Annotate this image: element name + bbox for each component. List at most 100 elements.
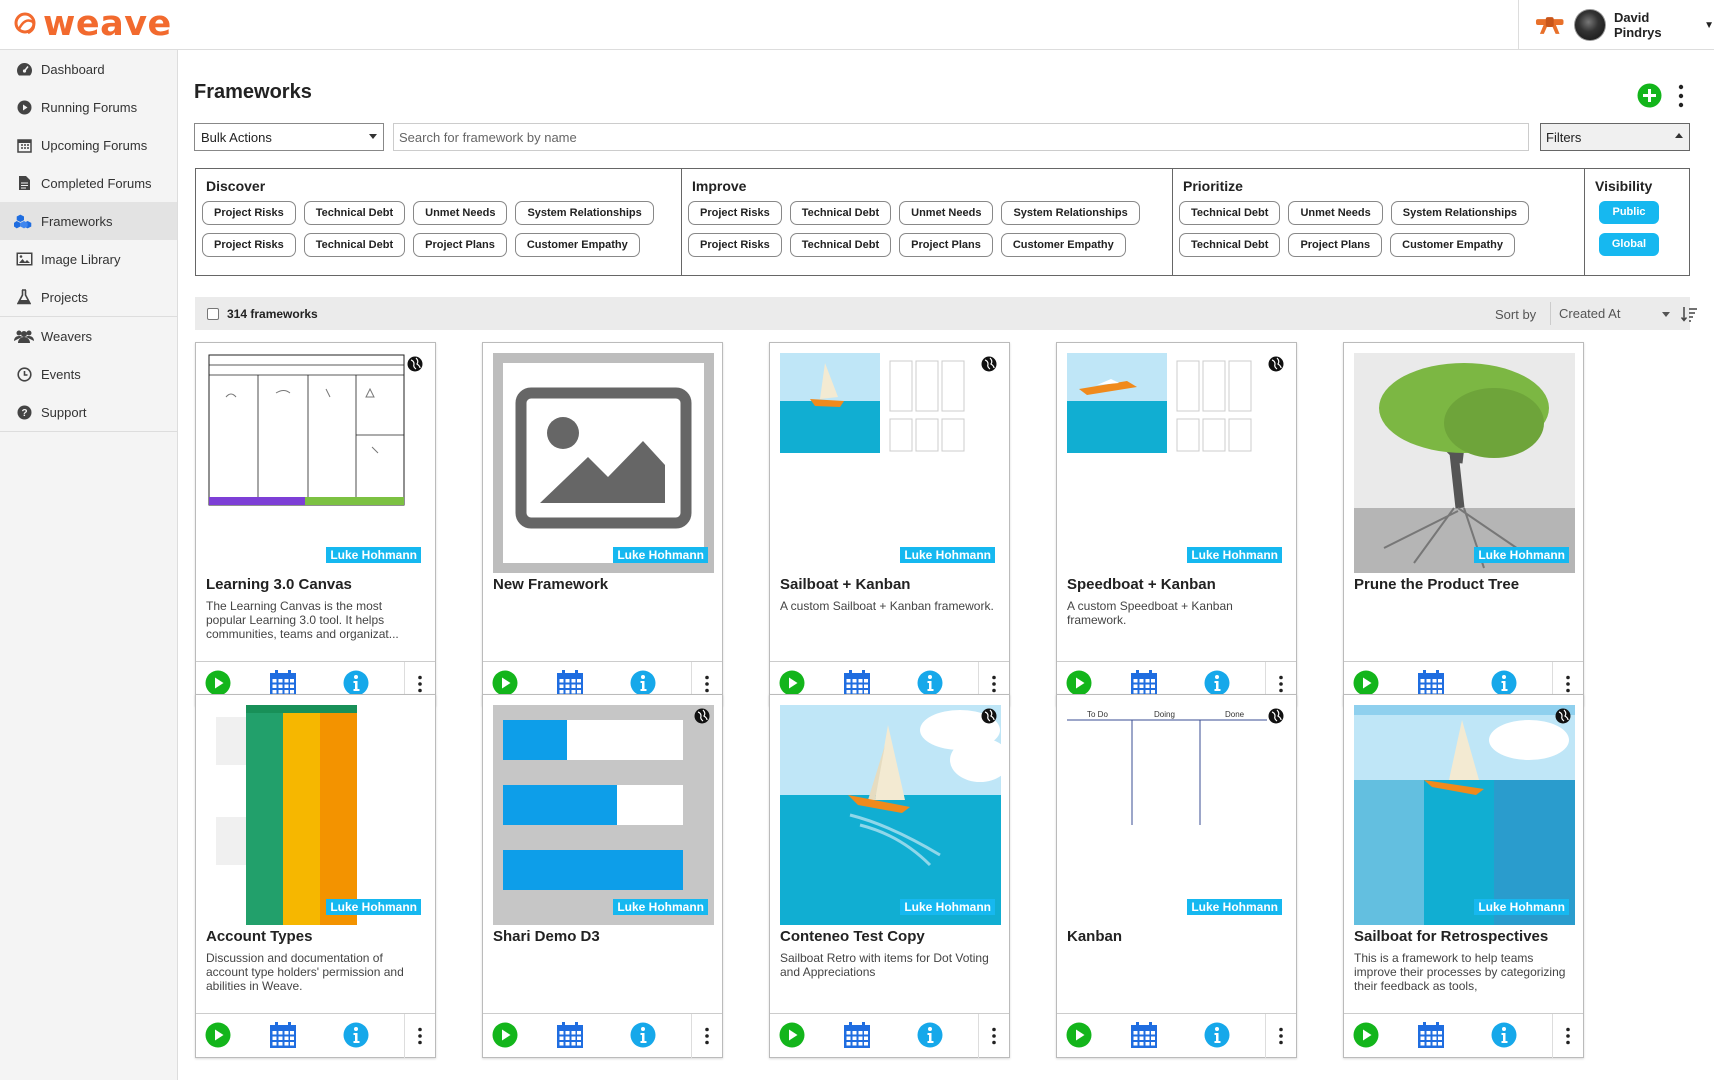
- framework-thumbnail[interactable]: Luke Hohmann: [206, 705, 427, 925]
- schedule-forum-button[interactable]: [556, 1022, 584, 1049]
- sidebar-item-projects[interactable]: Projects: [0, 278, 177, 316]
- filter-chip[interactable]: Project Risks: [202, 233, 296, 257]
- framework-thumbnail[interactable]: Luke Hohmann: [1354, 353, 1575, 573]
- filter-chip[interactable]: Customer Empathy: [514, 233, 640, 257]
- card-menu-button[interactable]: [1552, 1014, 1583, 1058]
- filter-chip[interactable]: Technical Debt: [1179, 233, 1281, 257]
- run-forum-button[interactable]: [205, 1022, 231, 1048]
- filter-chip[interactable]: Project Risks: [202, 201, 296, 225]
- schedule-forum-button[interactable]: [269, 670, 297, 697]
- info-button[interactable]: [917, 670, 943, 696]
- sidebar-item-frameworks[interactable]: Frameworks: [0, 202, 177, 240]
- filter-chip[interactable]: System Relationships: [1001, 201, 1140, 225]
- framework-card[interactable]: To Do Doing Done Luke Hohmann Kanban: [1056, 694, 1297, 1058]
- filter-chip[interactable]: Unmet Needs: [1288, 201, 1383, 225]
- filter-chip[interactable]: Technical Debt: [789, 201, 892, 225]
- framework-thumbnail[interactable]: Luke Hohmann: [206, 353, 427, 573]
- framework-card[interactable]: Luke Hohmann Speedboat + Kanban A custom…: [1056, 342, 1297, 706]
- schedule-forum-button[interactable]: [269, 1022, 297, 1049]
- info-button[interactable]: [1491, 670, 1517, 696]
- run-forum-button[interactable]: [1353, 670, 1379, 696]
- user-menu[interactable]: David Pindrys ▼: [1518, 0, 1714, 50]
- filter-chip[interactable]: Technical Debt: [303, 233, 406, 257]
- card-menu-button[interactable]: [1265, 1014, 1296, 1058]
- filter-chip[interactable]: Customer Empathy: [1390, 233, 1515, 257]
- framework-card[interactable]: Luke Hohmann Account Types Discussion an…: [195, 694, 436, 1058]
- sidebar-item-weavers[interactable]: Weavers: [0, 317, 177, 355]
- card-menu-button[interactable]: [691, 1014, 722, 1058]
- run-forum-button[interactable]: [779, 1022, 805, 1048]
- search-input[interactable]: Search for framework by name: [393, 123, 1529, 151]
- framework-thumbnail[interactable]: To Do Doing Done Luke Hohmann: [1067, 705, 1288, 925]
- filter-chip[interactable]: Unmet Needs: [413, 201, 508, 225]
- filter-chip[interactable]: Customer Empathy: [1000, 233, 1126, 257]
- run-forum-button[interactable]: [205, 670, 231, 696]
- framework-thumbnail[interactable]: Luke Hohmann: [1067, 353, 1288, 573]
- framework-title[interactable]: Conteneo Test Copy: [780, 928, 925, 945]
- filter-chip[interactable]: Project Risks: [688, 201, 782, 225]
- framework-title[interactable]: Prune the Product Tree: [1354, 576, 1519, 593]
- info-button[interactable]: [630, 670, 656, 696]
- card-menu-button[interactable]: [978, 1014, 1009, 1058]
- run-forum-button[interactable]: [492, 670, 518, 696]
- framework-thumbnail[interactable]: Luke Hohmann: [780, 705, 1001, 925]
- sidebar-item-running-forums[interactable]: Running Forums: [0, 88, 177, 126]
- sort-select[interactable]: Created At: [1550, 302, 1676, 325]
- sidebar-item-support[interactable]: ? Support: [0, 393, 177, 431]
- filter-chip[interactable]: Technical Debt: [303, 201, 406, 225]
- filter-chip[interactable]: System Relationships: [1390, 201, 1530, 225]
- framework-card[interactable]: Luke Hohmann New Framework: [482, 342, 723, 706]
- framework-thumbnail[interactable]: Luke Hohmann: [780, 353, 1001, 573]
- info-button[interactable]: [1491, 1022, 1517, 1048]
- sidebar-item-image-library[interactable]: Image Library: [0, 240, 177, 278]
- card-menu-button[interactable]: [404, 1014, 435, 1058]
- filter-chip[interactable]: Project Plans: [899, 233, 993, 257]
- schedule-forum-button[interactable]: [1417, 1022, 1445, 1049]
- framework-thumbnail[interactable]: Luke Hohmann: [1354, 705, 1575, 925]
- more-options-button[interactable]: [1677, 83, 1685, 109]
- bulk-actions-select[interactable]: Bulk Actions: [194, 123, 384, 151]
- schedule-forum-button[interactable]: [843, 1022, 871, 1049]
- run-forum-button[interactable]: [779, 670, 805, 696]
- filter-chip[interactable]: System Relationships: [515, 201, 654, 225]
- framework-title[interactable]: Sailboat + Kanban: [780, 576, 910, 593]
- weave-logo[interactable]: weave: [14, 4, 172, 44]
- framework-title[interactable]: Shari Demo D3: [493, 928, 600, 945]
- filter-chip[interactable]: Project Plans: [413, 233, 507, 257]
- filter-chip[interactable]: Technical Debt: [789, 233, 892, 257]
- schedule-forum-button[interactable]: [556, 670, 584, 697]
- run-forum-button[interactable]: [492, 1022, 518, 1048]
- framework-card[interactable]: Luke Hohmann Conteneo Test Copy Sailboat…: [769, 694, 1010, 1058]
- framework-title[interactable]: Speedboat + Kanban: [1067, 576, 1216, 593]
- schedule-forum-button[interactable]: [1130, 670, 1158, 697]
- filter-chip[interactable]: Unmet Needs: [899, 201, 994, 225]
- framework-card[interactable]: Luke Hohmann Sailboat for Retrospectives…: [1343, 694, 1584, 1058]
- schedule-forum-button[interactable]: [1130, 1022, 1158, 1049]
- framework-card[interactable]: Luke Hohmann Learning 3.0 Canvas The Lea…: [195, 342, 436, 706]
- filters-toggle[interactable]: Filters: [1540, 123, 1690, 151]
- sidebar-item-dashboard[interactable]: Dashboard: [0, 50, 177, 88]
- filter-chip[interactable]: Project Plans: [1288, 233, 1383, 257]
- sidebar-item-events[interactable]: Events: [0, 355, 177, 393]
- visibility-global-chip[interactable]: Global: [1599, 233, 1659, 256]
- filter-chip[interactable]: Technical Debt: [1179, 201, 1281, 225]
- run-forum-button[interactable]: [1066, 1022, 1092, 1048]
- filter-chip[interactable]: Project Risks: [688, 233, 782, 257]
- framework-title[interactable]: New Framework: [493, 576, 608, 593]
- visibility-public-chip[interactable]: Public: [1599, 201, 1659, 224]
- framework-title[interactable]: Learning 3.0 Canvas: [206, 576, 352, 593]
- sidebar-item-completed-forums[interactable]: Completed Forums: [0, 164, 177, 202]
- framework-thumbnail[interactable]: Luke Hohmann: [493, 353, 714, 573]
- select-all-checkbox[interactable]: [207, 307, 219, 320]
- info-button[interactable]: [630, 1022, 656, 1048]
- framework-card[interactable]: Luke Hohmann Shari Demo D3: [482, 694, 723, 1058]
- sidebar-item-upcoming-forums[interactable]: Upcoming Forums: [0, 126, 177, 164]
- schedule-forum-button[interactable]: [843, 670, 871, 697]
- framework-card[interactable]: Luke Hohmann Prune the Product Tree: [1343, 342, 1584, 706]
- run-forum-button[interactable]: [1066, 670, 1092, 696]
- framework-title[interactable]: Sailboat for Retrospectives: [1354, 928, 1548, 945]
- sort-direction-icon[interactable]: [1680, 305, 1698, 323]
- framework-thumbnail[interactable]: Luke Hohmann: [493, 705, 714, 925]
- info-button[interactable]: [1204, 670, 1230, 696]
- info-button[interactable]: [917, 1022, 943, 1048]
